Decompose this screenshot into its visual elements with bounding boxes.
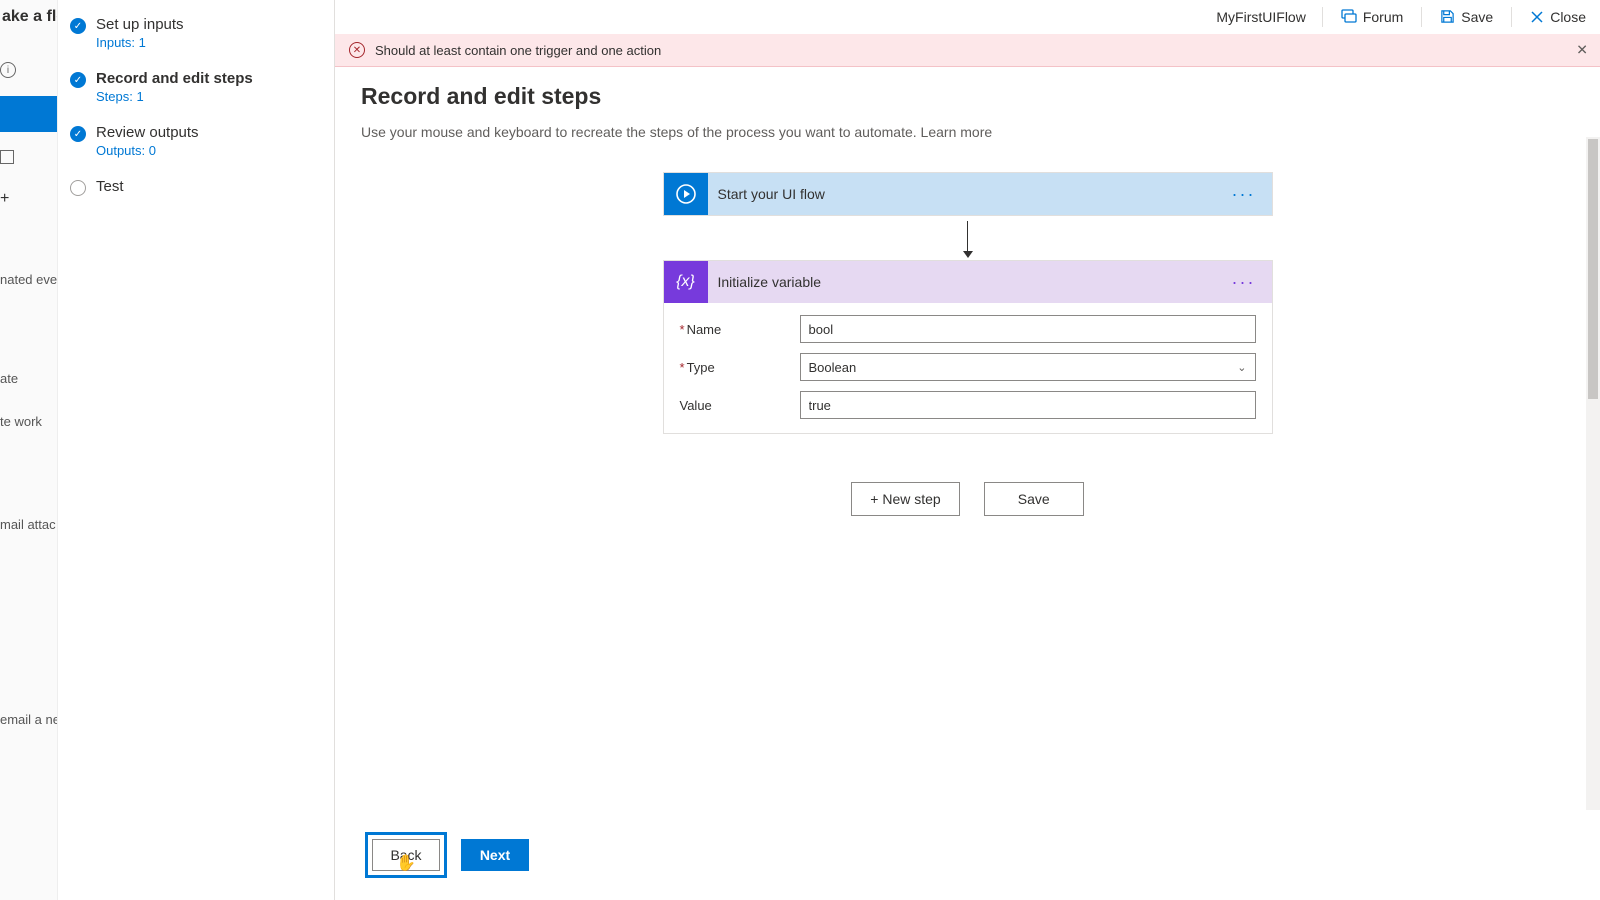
- canvas-save-button[interactable]: Save: [984, 482, 1084, 516]
- circle-icon: [70, 180, 86, 196]
- wizard-step-test[interactable]: Test: [58, 168, 334, 206]
- save-icon: [1440, 9, 1455, 24]
- text-fragment: email a ne: [0, 712, 57, 727]
- back-button[interactable]: Back: [372, 839, 440, 871]
- content-area: Record and edit steps Use your mouse and…: [335, 67, 1600, 900]
- clipboard-icon: [0, 150, 14, 164]
- wizard-step-sublabel: Steps: 1: [96, 89, 253, 104]
- wizard-step-label: Set up inputs: [96, 16, 184, 33]
- initialize-variable-card: {x} Initialize variable ··· *Name *Type …: [663, 260, 1273, 434]
- initialize-variable-header[interactable]: {x} Initialize variable ···: [664, 261, 1272, 303]
- text-fragment: nated even: [0, 272, 57, 287]
- name-label: *Name: [680, 322, 800, 337]
- new-step-button[interactable]: + New step: [851, 482, 959, 516]
- value-label: Value: [680, 398, 800, 413]
- canvas-actions: + New step Save: [851, 482, 1083, 516]
- forum-label: Forum: [1363, 9, 1403, 25]
- info-icon: i: [0, 62, 16, 78]
- selected-nav-fragment: [0, 96, 57, 132]
- next-button[interactable]: Next: [461, 839, 529, 871]
- chevron-down-icon: ⌄: [1237, 361, 1246, 374]
- arrow-down-icon: [967, 216, 968, 260]
- background-title-fragment: ake a flo: [0, 0, 57, 34]
- save-label: Save: [1461, 9, 1493, 25]
- wizard-steps-sidebar: Set up inputs Inputs: 1 Record and edit …: [58, 0, 335, 900]
- chat-icon: [1341, 9, 1357, 25]
- page-description: Use your mouse and keyboard to recreate …: [361, 124, 1576, 140]
- wizard-step-label: Test: [96, 178, 124, 195]
- record-icon: [664, 173, 708, 215]
- start-flow-header[interactable]: Start your UI flow ···: [664, 173, 1272, 215]
- wizard-step-sublabel: Outputs: 0: [96, 143, 199, 158]
- wizard-step-label: Record and edit steps: [96, 70, 253, 87]
- error-icon: ✕: [349, 42, 365, 58]
- card-menu-button[interactable]: ···: [1216, 272, 1272, 293]
- main-panel: ✕ Should at least contain one trigger an…: [335, 34, 1600, 900]
- wizard-step-outputs[interactable]: Review outputs Outputs: 0: [58, 114, 334, 168]
- start-flow-title: Start your UI flow: [708, 186, 1216, 202]
- background-panel-slice: ake a flo i + nated even ate te work mai…: [0, 0, 58, 900]
- divider: [1511, 7, 1512, 27]
- initialize-variable-body: *Name *Type Boolean ⌄ Value: [664, 303, 1272, 433]
- wizard-step-record[interactable]: Record and edit steps Steps: 1: [58, 60, 334, 114]
- type-label: *Type: [680, 360, 800, 375]
- scrollbar-thumb[interactable]: [1588, 139, 1598, 399]
- check-icon: [70, 72, 86, 88]
- error-banner: ✕ Should at least contain one trigger an…: [335, 34, 1600, 67]
- type-select[interactable]: Boolean ⌄: [800, 353, 1256, 381]
- bottom-navigation: Back ✋ Next: [335, 810, 1600, 900]
- variable-icon: {x}: [664, 261, 708, 303]
- text-fragment: ate: [0, 371, 57, 386]
- flow-name-label[interactable]: MyFirstUIFlow: [1216, 9, 1305, 25]
- initialize-variable-title: Initialize variable: [708, 274, 1216, 290]
- wizard-step-sublabel: Inputs: 1: [96, 35, 184, 50]
- back-button-focus-ring: Back ✋: [365, 832, 447, 878]
- plus-icon: +: [0, 190, 57, 208]
- check-icon: [70, 126, 86, 142]
- card-menu-button[interactable]: ···: [1216, 184, 1272, 205]
- type-select-value: Boolean: [809, 360, 857, 375]
- page-title: Record and edit steps: [361, 83, 1576, 110]
- divider: [1421, 7, 1422, 27]
- learn-more-link[interactable]: Learn more: [921, 124, 993, 140]
- flow-canvas: Start your UI flow ··· {x} Initialize va…: [359, 172, 1576, 516]
- close-button[interactable]: Close: [1522, 5, 1594, 29]
- top-command-bar: MyFirstUIFlow Forum Save Close: [335, 0, 1600, 34]
- close-label: Close: [1550, 9, 1586, 25]
- check-icon: [70, 18, 86, 34]
- close-icon: [1530, 10, 1544, 24]
- wizard-step-inputs[interactable]: Set up inputs Inputs: 1: [58, 6, 334, 60]
- error-message: Should at least contain one trigger and …: [375, 43, 661, 58]
- value-input[interactable]: [800, 391, 1256, 419]
- text-fragment: te work: [0, 414, 57, 429]
- start-flow-card: Start your UI flow ···: [663, 172, 1273, 216]
- divider: [1322, 7, 1323, 27]
- name-input[interactable]: [800, 315, 1256, 343]
- text-fragment: mail attac: [0, 517, 57, 532]
- dismiss-banner-button[interactable]: ✕: [1576, 42, 1588, 59]
- save-button[interactable]: Save: [1432, 5, 1501, 29]
- wizard-step-label: Review outputs: [96, 124, 199, 141]
- forum-button[interactable]: Forum: [1333, 5, 1411, 29]
